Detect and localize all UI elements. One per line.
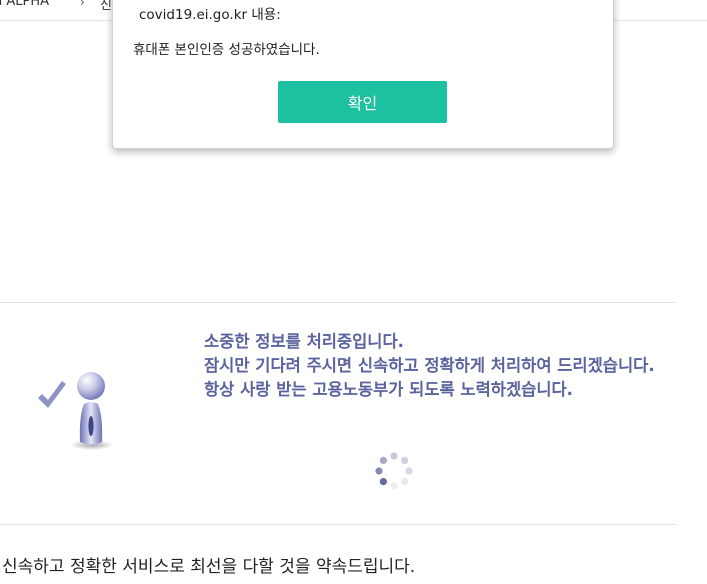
tab-title[interactable]: d ALPHA xyxy=(0,0,49,9)
loading-spinner-icon xyxy=(375,452,413,490)
processing-line-1: 소중한 정보를 처리중입니다. xyxy=(204,332,404,351)
ok-button[interactable]: 확인 xyxy=(278,81,447,123)
processing-line-3: 항상 사랑 받는 고용노동부가 되도록 노력하겠습니다. xyxy=(204,380,573,399)
processing-message: 소중한 정보를 처리중입니다. 잠시만 기다려 주시면 신속하고 정확하게 처리… xyxy=(204,330,674,402)
tab-fragment[interactable]: 신 xyxy=(100,0,112,13)
dialog-title: covid19.ei.go.kr 내용: xyxy=(139,7,281,23)
processing-line-2: 잠시만 기다려 주시면 신속하고 정확하게 처리하여 드리겠습니다. xyxy=(204,356,655,375)
footer-promise-text: 신속하고 정확한 서비스로 최선을 다할 것을 약속드립니다. xyxy=(2,557,416,577)
page: d ALPHA › 신 소중한 정보를 처 xyxy=(0,0,707,584)
chevron-right-icon: › xyxy=(80,0,85,9)
check-person-icon xyxy=(38,372,114,450)
alert-dialog: covid19.ei.go.kr 내용: 휴대폰 본인인증 성공하였습니다. 확… xyxy=(112,0,614,149)
divider xyxy=(0,302,676,303)
dialog-message: 휴대폰 본인인증 성공하였습니다. xyxy=(133,42,320,58)
divider xyxy=(0,524,676,525)
